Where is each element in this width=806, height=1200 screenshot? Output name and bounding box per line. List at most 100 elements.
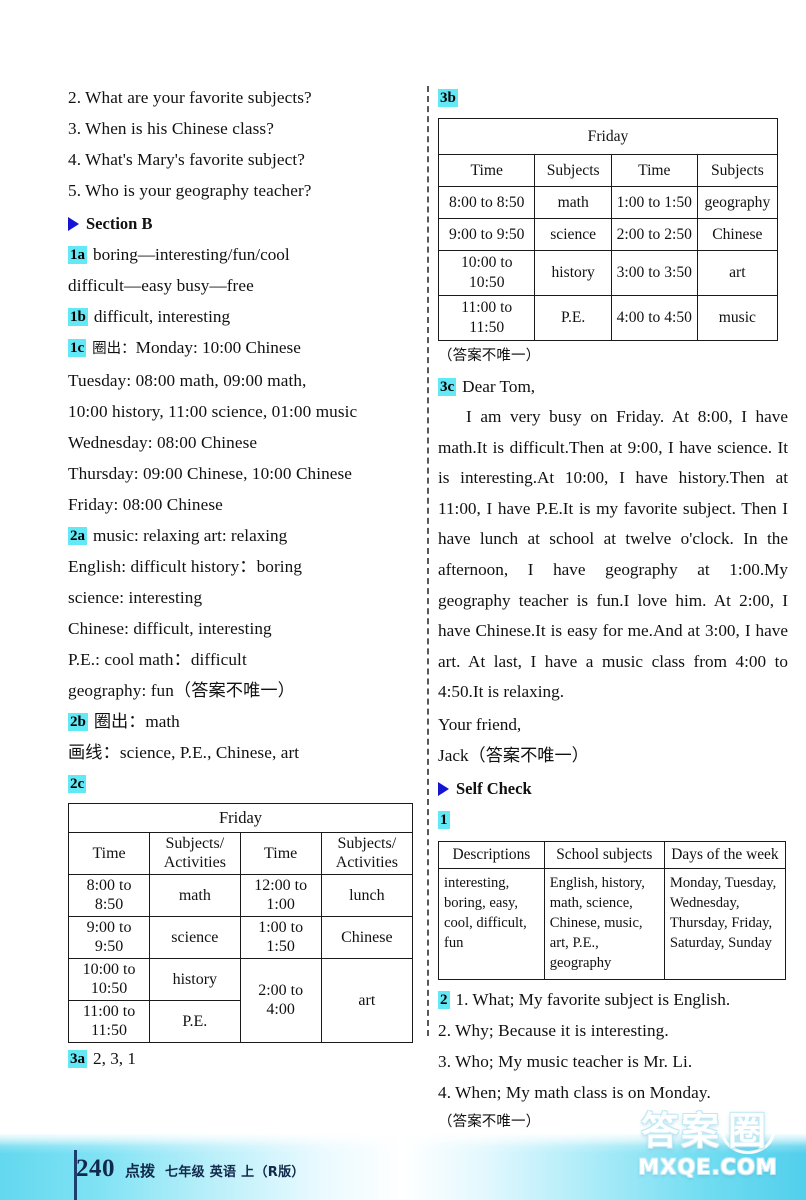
col-header-school-subjects: School subjects xyxy=(543,841,665,870)
cell-time-right: 1:00 to 1:50 xyxy=(610,186,698,219)
item-2: 2 1. What; My favorite subject is English… xyxy=(438,984,788,1015)
right-column: 3b Friday Time Subjects Time Subjects 8:… xyxy=(437,82,788,1137)
time-part-2: 11:50 xyxy=(91,1021,127,1039)
col-header-descriptions: Descriptions xyxy=(438,841,545,870)
table-row: 8:00 to 8:50 math 1:00 to 1:50 geography xyxy=(437,186,779,219)
time-part-2: 8:50 xyxy=(94,895,124,913)
time-part-1: 1:00 to xyxy=(258,919,304,936)
item-tag: 1a xyxy=(68,246,87,264)
time-part-2: 1:50 xyxy=(266,937,295,955)
schedule-table-2c: Friday Time Subjects/ Activities Time Su… xyxy=(67,803,414,1043)
table-row: 10:00 to 10:50 history 3:00 to 3:50 art xyxy=(437,250,779,296)
cell-subject-left: science xyxy=(149,916,241,959)
answer-key-page: 2. What are your favorite subjects? 3. W… xyxy=(0,0,806,1200)
footer-content: 240 点拨 七年级 英语 上（R版） xyxy=(76,1155,305,1183)
time-part-1: 9:00 to xyxy=(86,919,132,936)
item-3a: 3a 2, 3, 1 xyxy=(68,1043,418,1074)
self-check-label: Self Check xyxy=(456,779,532,799)
item-1c-line3: 10:00 history, 11:00 science, 01:00 musi… xyxy=(68,402,358,421)
table-row: interesting, boring, easy, cool, difficu… xyxy=(438,868,787,981)
cell-subject-right: lunch xyxy=(320,874,414,917)
item-tag: 3a xyxy=(68,1050,87,1068)
letter-greeting: Dear Tom, xyxy=(462,377,536,396)
time-part-2: 4:00 xyxy=(266,1000,295,1018)
question-item: 3. When is his Chinese class? xyxy=(68,119,274,138)
item-3b: 3b xyxy=(438,82,788,113)
time-part-2: 9:50 xyxy=(94,937,124,955)
triangle-marker-icon xyxy=(438,781,449,796)
table-title: Friday xyxy=(68,803,413,833)
cell-subject-left: science xyxy=(534,218,612,251)
header-part-1: Subjects/ xyxy=(337,835,397,852)
note-2: （答案不唯一） xyxy=(438,1114,541,1131)
item-1a-line1: boring—interesting/fun/cool xyxy=(93,245,290,264)
header-part-2: Activities xyxy=(163,853,226,871)
cell-time-left: 10:00 to 10:50 xyxy=(437,250,536,296)
item-tag: 1b xyxy=(68,308,88,326)
section-b-label: Section B xyxy=(86,214,153,233)
item-2a-line3: science: interesting xyxy=(68,588,203,607)
item-1c-line1: Monday: 10:00 Chinese xyxy=(135,338,301,357)
cell-descriptions: interesting, boring, easy, cool, difficu… xyxy=(438,868,545,981)
schedule-table-3b: Friday Time Subjects Time Subjects 8:00 … xyxy=(437,118,779,341)
cell-subject-left: P.E. xyxy=(534,295,612,341)
answer-line-1: 1. What; My favorite subject is English. xyxy=(455,990,731,1010)
time-part-1: 10:00 to xyxy=(82,961,136,978)
item-1c-prefix: 圈出： xyxy=(92,341,136,357)
cell-subject-right: art xyxy=(696,250,779,296)
item-2a-line1: music: relaxing art: relaxing xyxy=(93,526,288,545)
item-3c: 3c Dear Tom, xyxy=(438,371,788,402)
col-header-subjects-left: Subjects xyxy=(534,154,612,187)
col-header-days-of-week: Days of the week xyxy=(663,841,787,870)
page-number: 240 xyxy=(76,1155,115,1182)
item-tag: 2c xyxy=(68,775,87,793)
cell-subject-left: history xyxy=(534,250,612,296)
cell-subject-right: Chinese xyxy=(696,218,779,251)
cell-subject-left: math xyxy=(149,874,241,917)
table-title: Friday xyxy=(438,118,778,155)
table-row: Friday xyxy=(438,118,778,155)
footer-brand: 点拨 xyxy=(125,1162,156,1180)
letter-body: I am very busy on Friday. At 8:00, I hav… xyxy=(438,407,788,702)
table-header-row: Time Subjects/ Activities Time Subjects/… xyxy=(67,832,414,875)
cell-subject-right: music xyxy=(696,295,779,341)
table-row: 10:00 to 10:50 history 2:00 to 4:00 art xyxy=(67,958,414,1043)
item-1c-line4: Wednesday: 08:00 Chinese xyxy=(68,433,258,452)
item-1a-line2: difficult—easy busy—free xyxy=(68,276,254,295)
cell-time-right: 12:00 to 1:00 xyxy=(239,874,322,917)
item-2b-line2: 画线：science, P.E., Chinese, art xyxy=(68,743,300,762)
cell-days-of-week: Monday, Tuesday, Wednesday, Thursday, Fr… xyxy=(663,868,787,981)
item-2a-line6: geography: fun（答案不唯一） xyxy=(68,681,295,700)
col-header-subjects-left: Subjects/ Activities xyxy=(149,832,241,875)
item-1c: 1c 圈出：Monday: 10:00 Chinese xyxy=(68,332,418,365)
cell-time-left: 9:00 to 9:50 xyxy=(437,218,536,251)
header-part-1: Subjects/ xyxy=(165,835,225,852)
table-header-row: Descriptions School subjects Days of the… xyxy=(438,841,787,870)
item-2a-line2: English: difficult history：boring xyxy=(68,557,303,576)
section-b-heading: Section B xyxy=(68,208,418,239)
item-1c-line5: Thursday: 09:00 Chinese, 10:00 Chinese xyxy=(68,464,353,483)
item-1: 1 xyxy=(438,804,788,835)
col-header-subjects-right: Subjects xyxy=(696,154,779,187)
cell-subject-left: P.E. xyxy=(149,1000,241,1043)
cell-subject-left: history xyxy=(149,958,241,1001)
item-1b-text: difficult, interesting xyxy=(93,307,231,326)
cell-time-right: 2:00 to 2:50 xyxy=(610,218,698,251)
footer-subtitle: 七年级 英语 上（R版） xyxy=(165,1165,305,1180)
item-1c-line6: Friday: 08:00 Chinese xyxy=(68,495,223,514)
item-2c: 2c xyxy=(68,768,418,799)
cell-time-right: 1:00 to 1:50 xyxy=(239,916,322,959)
answer-line-4: 4. When; My math class is on Monday. xyxy=(438,1083,711,1103)
cell-subject-right: geography xyxy=(696,186,779,219)
question-item: 4. What's Mary's favorite subject? xyxy=(68,150,305,169)
cell-time-left: 11:00 to 11:50 xyxy=(437,295,536,341)
header-part-2: Activities xyxy=(335,853,398,871)
item-tag: 3b xyxy=(438,89,458,107)
item-1c-line2: Tuesday: 08:00 math, 09:00 math, xyxy=(68,371,307,390)
cell-time-left: 8:00 to 8:50 xyxy=(67,874,151,917)
time-part-1: 12:00 to xyxy=(254,877,308,894)
question-item: 2. What are your favorite subjects? xyxy=(68,88,312,107)
item-2b-line1: 圈出：math xyxy=(93,712,180,731)
table-row: 8:00 to 8:50 math 12:00 to 1:00 lunch xyxy=(67,874,414,917)
col-header-time-right: Time xyxy=(610,154,698,187)
